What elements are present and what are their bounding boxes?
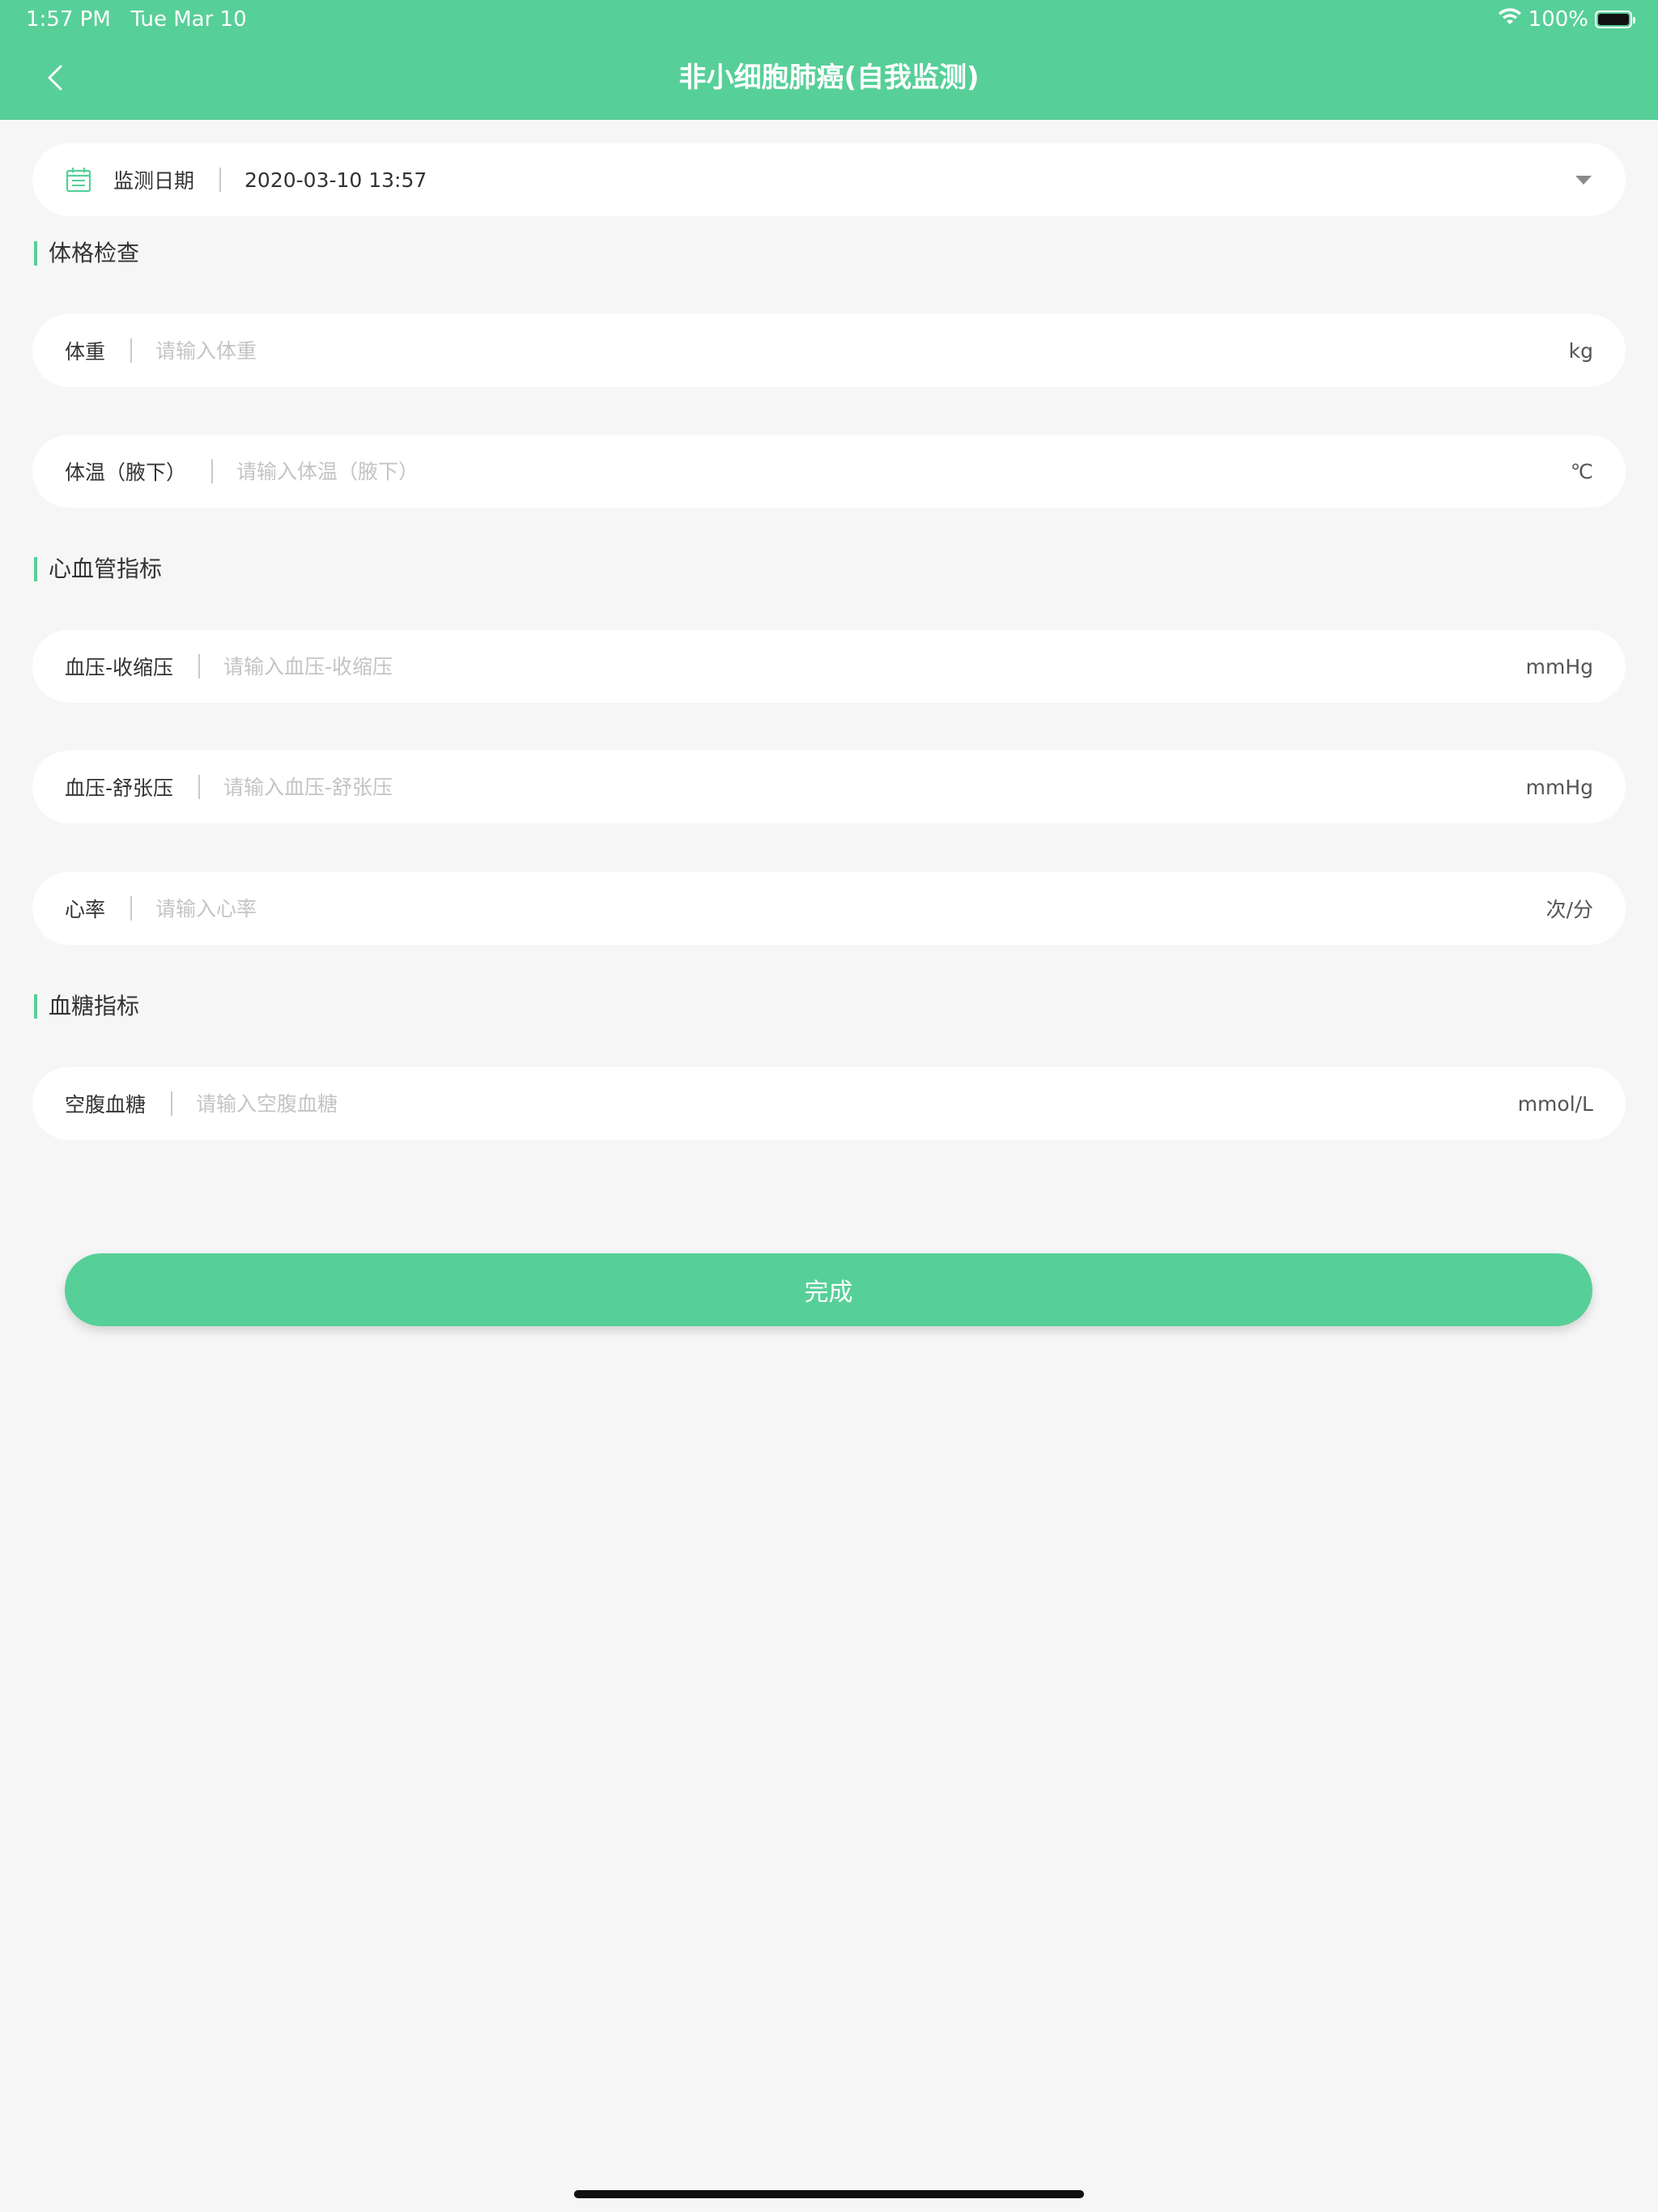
home-indicator[interactable] xyxy=(574,2190,1084,2198)
systolic-input[interactable] xyxy=(223,654,1513,678)
systolic-row: 血压-收缩压 mmHg xyxy=(32,630,1626,703)
app-header: 1:57 PM Tue Mar 10 100% 非小细胞肺癌(自我监测) xyxy=(0,0,1658,120)
wifi-icon xyxy=(1498,7,1522,32)
divider xyxy=(130,338,133,363)
temperature-input[interactable] xyxy=(236,459,1558,483)
diastolic-input[interactable] xyxy=(223,775,1513,799)
section-blood-glucose: 血糖指标 xyxy=(34,993,139,1019)
divider xyxy=(211,459,214,483)
battery-icon xyxy=(1595,11,1635,28)
section-cardiovascular: 心血管指标 xyxy=(34,556,162,582)
section-accent-bar xyxy=(34,241,37,266)
battery-fill xyxy=(1598,14,1629,25)
temperature-label: 体温（腋下） xyxy=(65,461,187,484)
chevron-left-icon xyxy=(48,65,62,91)
weight-label: 体重 xyxy=(65,340,106,364)
divider xyxy=(198,775,201,799)
battery-percent: 100% xyxy=(1528,7,1588,32)
back-button[interactable] xyxy=(36,57,74,99)
section-title: 心血管指标 xyxy=(49,555,163,582)
date-label: 监测日期 xyxy=(113,169,195,193)
section-title: 血糖指标 xyxy=(49,993,140,1019)
section-physical-exam: 体格检查 xyxy=(34,240,139,266)
diastolic-unit: mmHg xyxy=(1525,775,1593,799)
page-title: 非小细胞肺癌(自我监测) xyxy=(678,62,980,94)
status-indicators: 100% xyxy=(1498,6,1635,32)
heart-rate-label: 心率 xyxy=(65,898,106,921)
systolic-label: 血压-收缩压 xyxy=(65,656,174,679)
weight-unit: kg xyxy=(1568,338,1593,363)
fasting-glucose-input[interactable] xyxy=(196,1091,1505,1116)
section-title: 体格检查 xyxy=(49,240,140,266)
divider xyxy=(219,168,222,192)
status-time: 1:57 PM Tue Mar 10 xyxy=(26,7,247,32)
temperature-row: 体温（腋下） ℃ xyxy=(32,435,1626,508)
weight-row: 体重 kg xyxy=(32,314,1626,387)
heart-rate-input[interactable] xyxy=(155,896,1533,921)
date-picker-row[interactable]: 监测日期 2020-03-10 13:57 xyxy=(32,143,1626,216)
divider xyxy=(130,896,133,921)
section-accent-bar xyxy=(34,557,37,581)
section-accent-bar xyxy=(34,994,37,1019)
triangle-down-icon[interactable] xyxy=(1574,173,1593,186)
done-button[interactable]: 完成 xyxy=(65,1253,1592,1326)
diastolic-label: 血压-舒张压 xyxy=(65,776,174,800)
fasting-glucose-unit: mmol/L xyxy=(1517,1091,1593,1116)
heart-rate-unit: 次/分 xyxy=(1545,898,1593,921)
fasting-glucose-label: 空腹血糖 xyxy=(65,1093,147,1117)
date-value[interactable]: 2020-03-10 13:57 xyxy=(244,168,1574,192)
calendar-icon xyxy=(66,168,91,193)
fasting-glucose-row: 空腹血糖 mmol/L xyxy=(32,1067,1626,1140)
diastolic-row: 血压-舒张压 mmHg xyxy=(32,751,1626,823)
divider xyxy=(171,1091,173,1116)
weight-input[interactable] xyxy=(155,338,1556,363)
temperature-unit: ℃ xyxy=(1570,459,1593,483)
heart-rate-row: 心率 次/分 xyxy=(32,872,1626,945)
divider xyxy=(198,654,201,678)
systolic-unit: mmHg xyxy=(1525,654,1593,678)
